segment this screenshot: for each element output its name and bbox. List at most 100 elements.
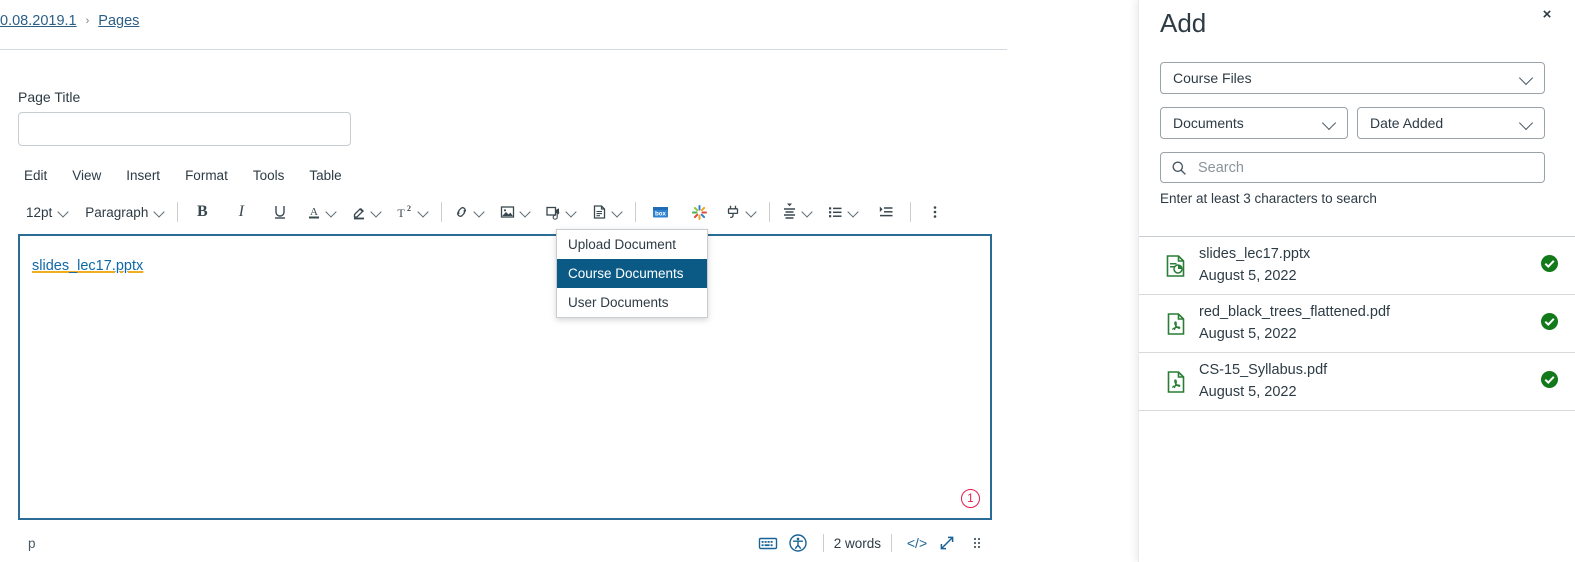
add-content-tray: × Add Course Files Documents Date Added … [1138, 0, 1575, 562]
search-box[interactable] [1160, 152, 1545, 183]
search-input[interactable] [1196, 158, 1534, 177]
file-name: red_black_trees_flattened.pdf [1199, 304, 1391, 321]
chevron-down-icon [848, 206, 860, 218]
menu-item-upload-document[interactable]: Upload Document [557, 230, 707, 259]
image-button[interactable] [499, 198, 532, 226]
apps-button[interactable] [725, 198, 758, 226]
word-count[interactable]: 2 words [834, 536, 881, 551]
annotation-marker-1: 1 [961, 489, 980, 508]
fullscreen-icon [940, 536, 954, 550]
chevron-down-icon [58, 206, 70, 218]
breadcrumb-separator: › [85, 14, 90, 27]
block-format-value: Paragraph [85, 204, 149, 220]
editor-content-link[interactable]: slides_lec17.pptx [32, 258, 143, 274]
file-name: slides_lec17.pptx [1199, 246, 1311, 263]
rich-text-editor-body[interactable]: slides_lec17.pptx 1 [18, 234, 992, 520]
file-date: August 5, 2022 [1199, 267, 1297, 284]
file-date: August 5, 2022 [1199, 383, 1297, 400]
accessibility-checker-button[interactable] [783, 530, 813, 556]
fullscreen-button[interactable] [932, 530, 962, 556]
breadcrumb-item-pages[interactable]: Pages [98, 13, 139, 29]
superscript-icon: T 2 [398, 204, 412, 220]
statusbar-divider [822, 534, 824, 552]
menu-item-course-documents[interactable]: Course Documents [557, 259, 707, 288]
document-icon [594, 205, 606, 219]
close-icon[interactable]: × [1537, 4, 1557, 24]
keyboard-shortcuts-button[interactable] [753, 530, 783, 556]
svg-text:box: box [655, 211, 667, 218]
panel-title: Add [1160, 8, 1207, 38]
sort-select[interactable]: Date Added [1357, 107, 1545, 139]
toolbar-divider [441, 202, 443, 222]
box-button[interactable]: box [647, 199, 673, 225]
text-color-icon: A [309, 206, 320, 219]
keyboard-shortcuts-icon [758, 537, 777, 550]
chevron-down-icon [418, 206, 430, 218]
menu-insert[interactable]: Insert [124, 167, 162, 184]
editor-statusbar: p 2 words </> [18, 525, 992, 561]
block-format-select[interactable]: Paragraph [83, 198, 166, 226]
superscript-button[interactable]: T 2 [396, 198, 430, 226]
editor-toolbar: 12pt Paragraph B I A T 2 box [24, 197, 948, 227]
font-size-select[interactable]: 12pt [24, 198, 70, 226]
file-date: August 5, 2022 [1199, 325, 1297, 342]
source-select-value: Course Files [1173, 70, 1252, 86]
more-options-icon [934, 206, 937, 218]
toolbar-divider [177, 202, 179, 222]
menu-view[interactable]: View [70, 167, 103, 184]
resize-handle-icon [973, 537, 981, 549]
underline-button[interactable] [267, 199, 293, 225]
statusbar-divider [891, 534, 892, 552]
align-icon [784, 203, 796, 219]
search-hint: Enter at least 3 characters to search [1160, 191, 1377, 206]
toolbar-divider [635, 202, 637, 222]
html-editor-icon: </> [906, 535, 928, 551]
link-icon [457, 207, 467, 217]
chevron-down-icon [371, 206, 383, 218]
text-color-button[interactable]: A [306, 198, 338, 226]
kaltura-button[interactable] [686, 199, 712, 225]
breadcrumb-item-course[interactable]: 0.08.2019.1 [0, 13, 77, 29]
indent-button[interactable] [873, 199, 899, 225]
file-list-item[interactable]: CS-15_Syllabus.pdf August 5, 2022 [1139, 353, 1575, 411]
editor-menubar: Edit View Insert Format Tools Table [22, 167, 344, 184]
align-button[interactable] [781, 198, 814, 226]
italic-icon: I [238, 203, 244, 220]
italic-button[interactable]: I [228, 199, 254, 225]
chevron-down-icon [746, 206, 758, 218]
document-insert-menu: Upload Document Course Documents User Do… [556, 229, 708, 318]
underline-icon [275, 206, 286, 219]
file-list-item[interactable]: red_black_trees_flattened.pdf August 5, … [1139, 295, 1575, 353]
document-button[interactable] [591, 198, 624, 226]
highlight-color-button[interactable] [351, 198, 383, 226]
filetype-select[interactable]: Documents [1160, 107, 1348, 139]
link-button[interactable] [453, 198, 486, 226]
chevron-down-icon [520, 206, 532, 218]
indent-icon [879, 206, 893, 217]
chevron-down-icon [326, 206, 338, 218]
pdf-file-icon [1163, 370, 1189, 394]
resize-handle[interactable] [962, 530, 992, 556]
kaltura-icon [691, 204, 707, 220]
sort-select-value: Date Added [1370, 115, 1444, 131]
menu-table[interactable]: Table [307, 167, 343, 184]
more-options-button[interactable] [922, 199, 948, 225]
menu-item-user-documents[interactable]: User Documents [557, 288, 707, 317]
element-path-indicator[interactable]: p [28, 536, 36, 551]
published-status-icon[interactable] [1540, 312, 1559, 336]
html-editor-button[interactable]: </> [902, 530, 932, 556]
published-status-icon[interactable] [1540, 254, 1559, 278]
file-list-item[interactable]: slides_lec17.pptx August 5, 2022 [1139, 237, 1575, 295]
bold-button[interactable]: B [189, 199, 215, 225]
apps-plug-icon [728, 205, 739, 219]
chevron-down-icon [1520, 116, 1534, 130]
media-button[interactable] [545, 198, 578, 226]
menu-format[interactable]: Format [183, 167, 230, 184]
menu-tools[interactable]: Tools [251, 167, 287, 184]
source-select[interactable]: Course Files [1160, 62, 1545, 94]
menu-edit[interactable]: Edit [22, 167, 49, 184]
svg-text:T: T [398, 206, 406, 220]
bullet-list-button[interactable] [827, 198, 860, 226]
published-status-icon[interactable] [1540, 370, 1559, 394]
page-title-input[interactable] [18, 112, 351, 146]
